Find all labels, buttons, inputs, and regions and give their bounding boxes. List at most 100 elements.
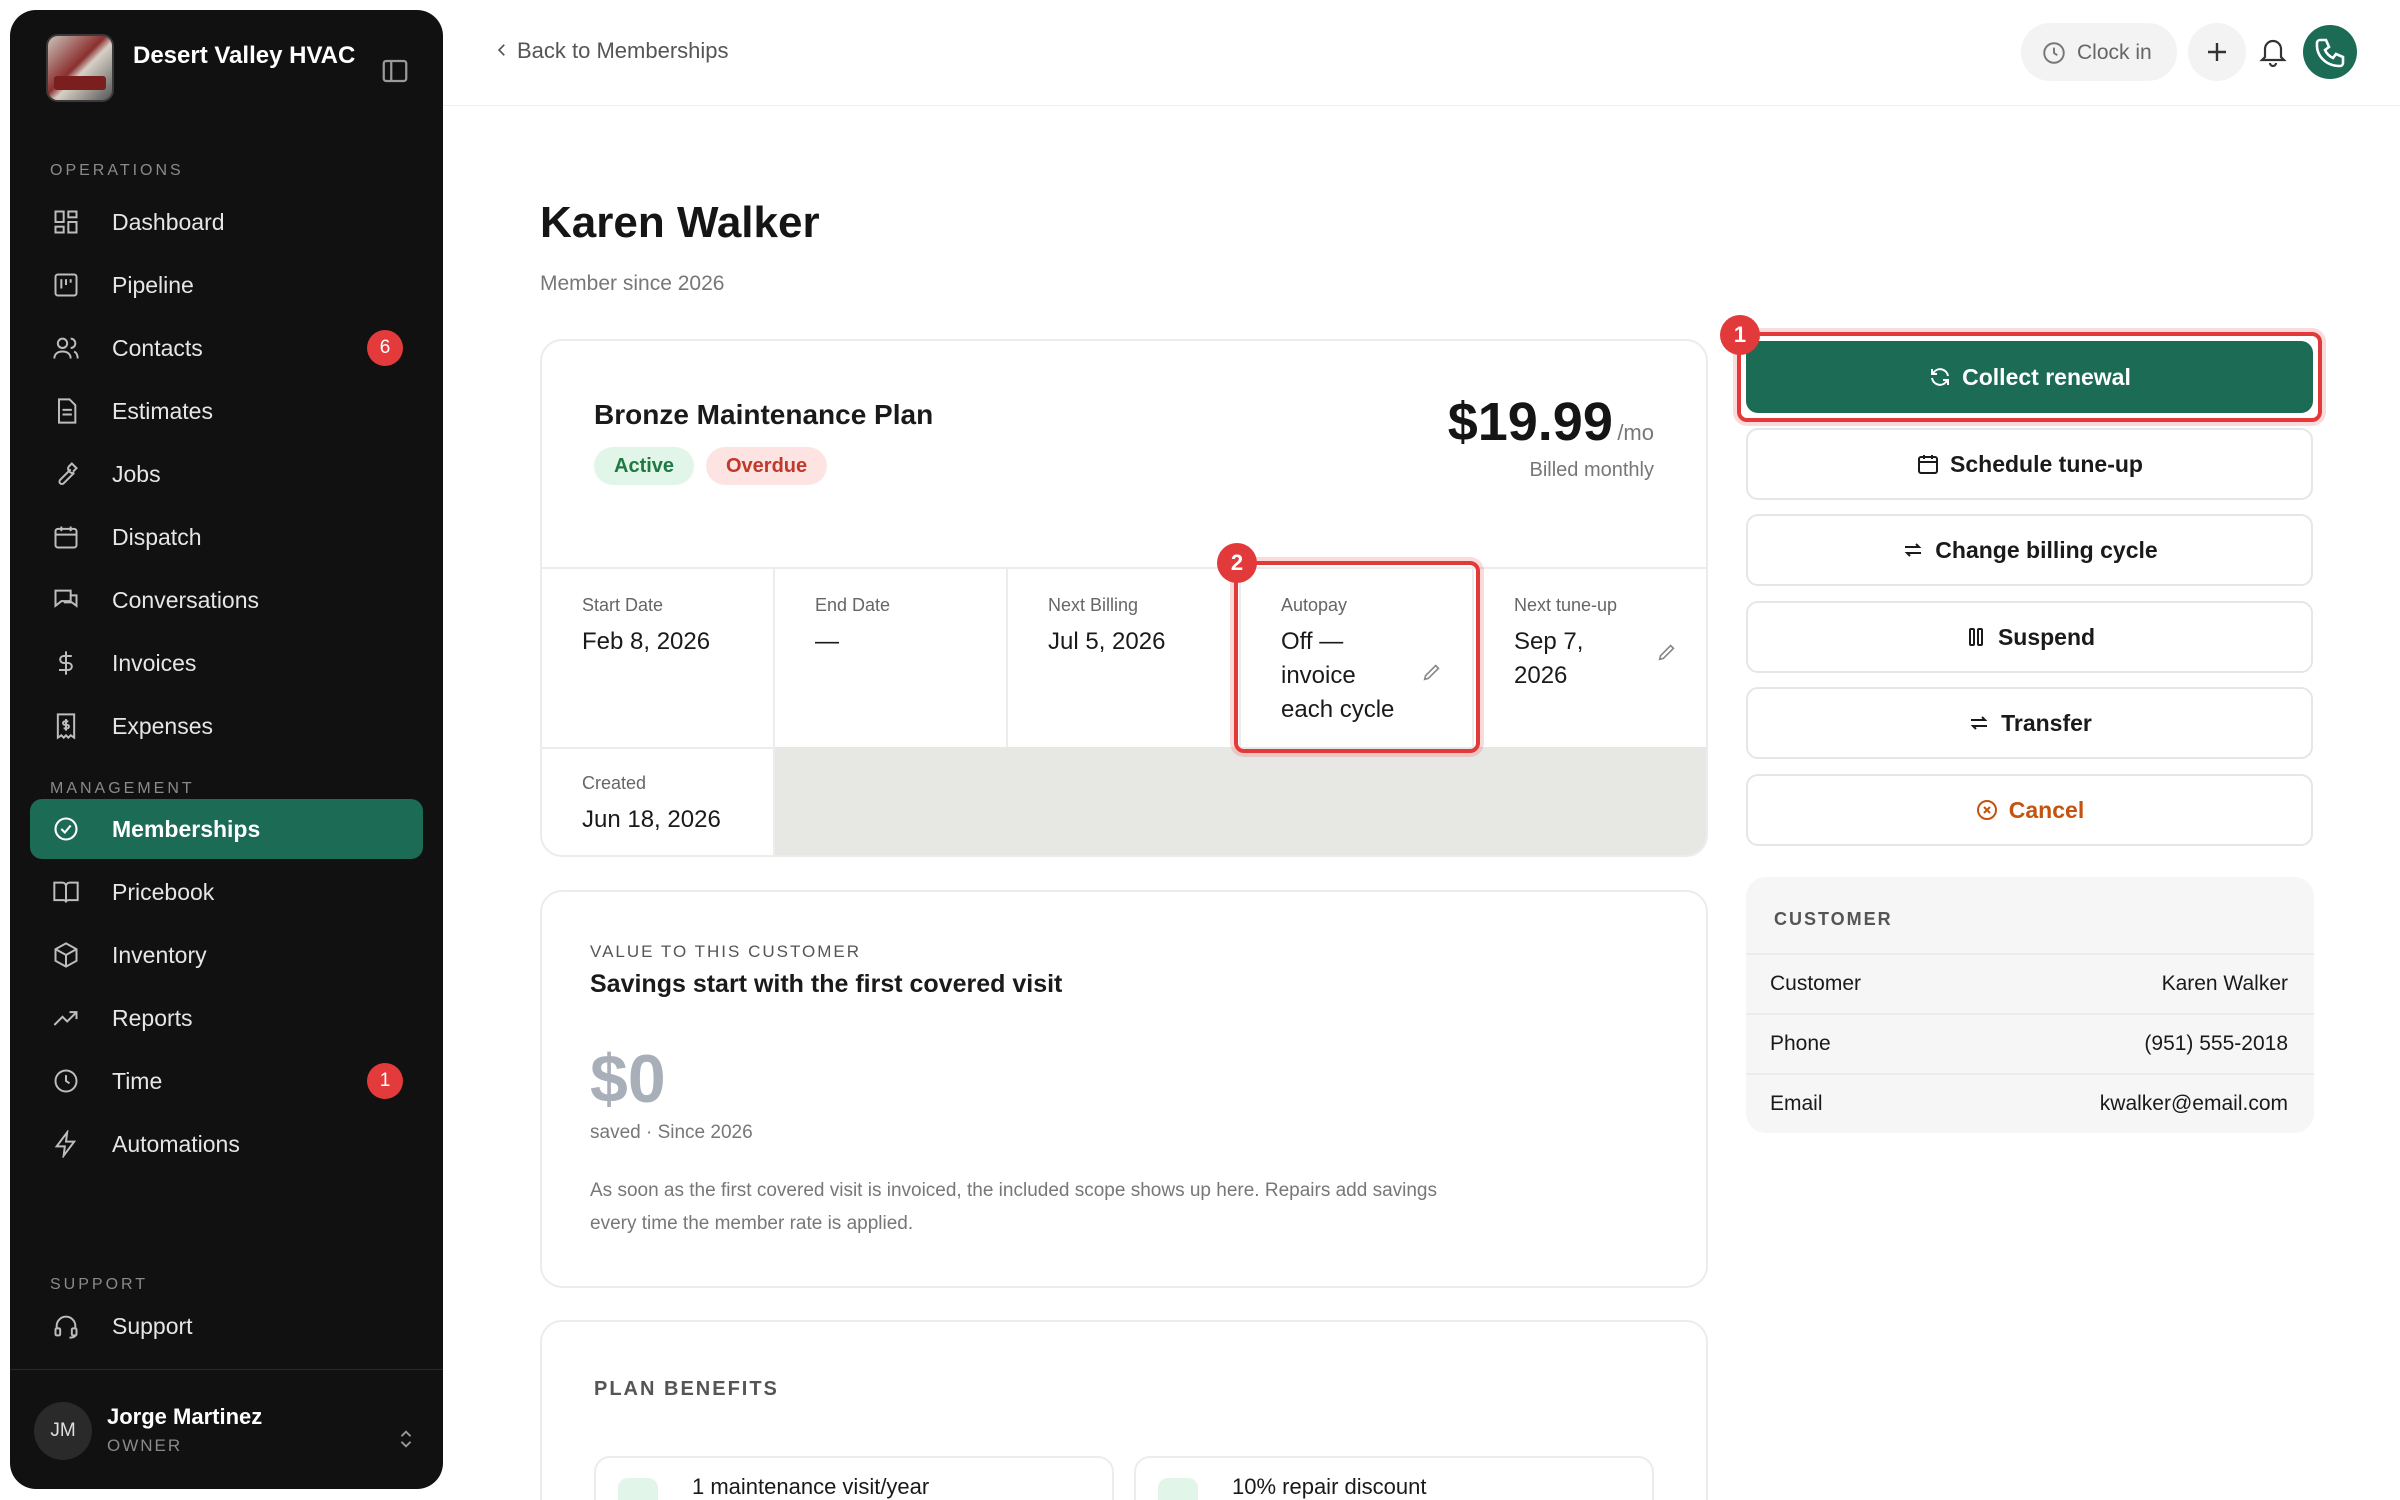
book-icon bbox=[53, 881, 79, 903]
sidebar-item-memberships[interactable]: Memberships bbox=[30, 799, 423, 859]
brand[interactable]: Desert Valley HVAC bbox=[36, 34, 417, 104]
sidebar-item-expenses[interactable]: Expenses bbox=[30, 696, 423, 756]
sidebar-item-label: Expenses bbox=[112, 713, 214, 739]
sidebar-item-pricebook[interactable]: Pricebook bbox=[30, 862, 423, 922]
sidebar-item-automations[interactable]: Automations bbox=[30, 1114, 423, 1174]
section-label-management: MANAGEMENT bbox=[50, 780, 195, 797]
sidebar-item-contacts[interactable]: Contacts 6 bbox=[30, 318, 423, 378]
sidebar-item-label: Memberships bbox=[112, 816, 261, 842]
highlight-box-collect bbox=[1737, 332, 2322, 422]
sidebar-item-dashboard[interactable]: Dashboard bbox=[30, 192, 423, 252]
notifications-button[interactable] bbox=[2244, 23, 2302, 81]
trending-up-icon bbox=[53, 1011, 78, 1026]
sidebar-item-estimates[interactable]: Estimates bbox=[30, 381, 423, 441]
customer-row-label: Email bbox=[1770, 1092, 1823, 1115]
suspend-button[interactable]: Suspend bbox=[1746, 601, 2313, 673]
detail-value: Jun 18, 2026 bbox=[582, 806, 721, 833]
customer-phone[interactable]: (951) 555-2018 bbox=[2144, 1032, 2288, 1056]
dollar-icon bbox=[59, 651, 73, 675]
repeat-icon bbox=[1904, 543, 1922, 557]
sidebar-toggle-icon[interactable] bbox=[380, 56, 410, 86]
savings-description: As soon as the first covered visit is in… bbox=[590, 1180, 1438, 1234]
sidebar-item-pipeline[interactable]: Pipeline bbox=[30, 255, 423, 315]
plan-details-grid: Start Date Feb 8, 2026 End Date — Next B… bbox=[542, 567, 1706, 855]
customer-email[interactable]: kwalker@email.com bbox=[2100, 1092, 2288, 1116]
price-amount: $19.99 bbox=[1447, 392, 1613, 452]
sidebar-item-invoices[interactable]: Invoices bbox=[30, 633, 423, 693]
brand-logo bbox=[46, 34, 114, 102]
benefit-item: 10% repair discount bbox=[1134, 1456, 1654, 1500]
sidebar-item-label: Pricebook bbox=[112, 879, 215, 905]
phone-icon bbox=[2315, 38, 2345, 68]
sidebar-item-label: Contacts bbox=[112, 335, 203, 361]
sidebar-item-time[interactable]: Time 1 bbox=[30, 1051, 423, 1111]
add-button[interactable] bbox=[2188, 23, 2246, 81]
badge-check-icon bbox=[54, 817, 78, 841]
top-bar: Back to Memberships Clock in bbox=[443, 0, 2400, 106]
schedule-tuneup-label: Schedule tune-up bbox=[1950, 450, 2143, 477]
contacts-count-badge: 6 bbox=[367, 330, 403, 366]
billing-note: Billed monthly bbox=[1529, 459, 1654, 481]
clock-icon bbox=[54, 1069, 78, 1093]
time-count-badge: 1 bbox=[367, 1063, 403, 1099]
document-icon bbox=[58, 398, 77, 424]
check-icon bbox=[618, 1478, 658, 1500]
headset-icon bbox=[54, 1315, 78, 1339]
sidebar-item-label: Estimates bbox=[112, 398, 213, 424]
detail-label: Next Billing bbox=[1048, 595, 1139, 615]
brand-name: Desert Valley HVAC bbox=[133, 42, 356, 69]
plus-icon bbox=[2208, 43, 2226, 61]
sidebar-item-dispatch[interactable]: Dispatch bbox=[30, 507, 423, 567]
transfer-button[interactable]: Transfer bbox=[1746, 687, 2313, 759]
sidebar-item-support[interactable]: Support bbox=[30, 1296, 423, 1356]
bell-icon bbox=[2259, 39, 2287, 68]
percent-icon bbox=[1158, 1478, 1198, 1500]
users-icon bbox=[53, 337, 79, 359]
detail-label: End Date bbox=[815, 595, 891, 615]
sidebar-item-jobs[interactable]: Jobs bbox=[30, 444, 423, 504]
page-title: Karen Walker bbox=[540, 198, 820, 247]
detail-next-tuneup[interactable]: Next tune-up Sep 7, 2026 bbox=[1474, 569, 1706, 747]
customer-name-link[interactable]: Karen Walker bbox=[2162, 972, 2288, 996]
detail-next-billing: Next Billing Jul 5, 2026 bbox=[1008, 569, 1241, 747]
sidebar-item-label: Reports bbox=[112, 1005, 193, 1031]
wrench-icon bbox=[58, 462, 78, 485]
sidebar-item-label: Jobs bbox=[112, 461, 161, 487]
value-card: VALUE TO THIS CUSTOMER Savings start wit… bbox=[540, 890, 1708, 1288]
customer-row: Email kwalker@email.com bbox=[1746, 1073, 2314, 1133]
customer-row: Customer Karen Walker bbox=[1746, 953, 2314, 1013]
divider bbox=[10, 1369, 443, 1370]
detail-label: Next tune-up bbox=[1514, 595, 1618, 615]
repeat-icon bbox=[1970, 716, 1988, 730]
avatar[interactable]: JM bbox=[34, 1402, 92, 1460]
chevron-left-icon bbox=[497, 44, 505, 56]
savings-sub: saved · Since 2026 bbox=[590, 1122, 753, 1143]
user-name[interactable]: Jorge Martinez bbox=[107, 1404, 262, 1430]
customer-title: CUSTOMER bbox=[1774, 909, 1893, 929]
back-link-label: Back to Memberships bbox=[517, 38, 729, 63]
annotation-marker: 2 bbox=[1217, 543, 1257, 583]
pause-icon bbox=[1968, 628, 1983, 646]
sidebar-item-reports[interactable]: Reports bbox=[30, 988, 423, 1048]
benefits-title: PLAN BENEFITS bbox=[594, 1378, 779, 1400]
edit-pencil-icon[interactable] bbox=[1656, 641, 1678, 663]
status-badge-active: Active bbox=[594, 447, 695, 485]
schedule-tuneup-button[interactable]: Schedule tune-up bbox=[1746, 428, 2313, 500]
benefit-label: 10% repair discount bbox=[1232, 1474, 1427, 1499]
highlight-box-autopay bbox=[1234, 561, 1480, 753]
detail-end-date: End Date — bbox=[775, 569, 1008, 747]
chevrons-up-down-icon[interactable] bbox=[395, 1426, 417, 1452]
plan-name: Bronze Maintenance Plan bbox=[594, 399, 934, 430]
change-billing-cycle-button[interactable]: Change billing cycle bbox=[1746, 514, 2313, 586]
detail-label: Created bbox=[582, 773, 647, 793]
sidebar-item-label: Dashboard bbox=[112, 209, 225, 235]
phone-button[interactable] bbox=[2303, 25, 2357, 79]
cancel-membership-button[interactable]: Cancel bbox=[1746, 774, 2313, 846]
clock-in-button[interactable]: Clock in bbox=[2021, 23, 2177, 81]
customer-card: CUSTOMER Customer Karen Walker Phone (95… bbox=[1746, 877, 2314, 1133]
back-link[interactable]: Back to Memberships bbox=[493, 38, 729, 64]
suspend-label: Suspend bbox=[1997, 623, 2096, 650]
sidebar-item-inventory[interactable]: Inventory bbox=[30, 925, 423, 985]
sidebar-item-conversations[interactable]: Conversations bbox=[30, 570, 423, 630]
customer-row-label: Phone bbox=[1770, 1032, 1831, 1055]
